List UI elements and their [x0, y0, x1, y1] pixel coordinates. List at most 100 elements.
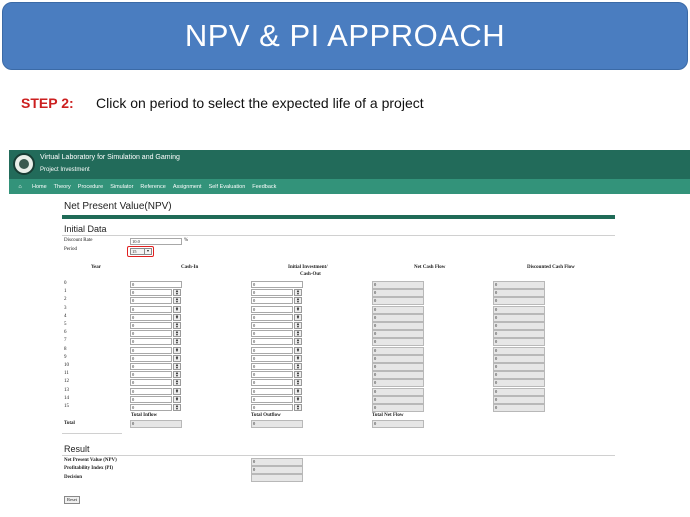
cash-in-spinner-icon[interactable]: ▲ ▼: [173, 313, 181, 321]
cash-in-input[interactable]: 0: [130, 363, 172, 370]
cash-in-spinner-icon[interactable]: ▲ ▼: [173, 289, 181, 297]
discounted-cash-flow-field: 0: [493, 387, 545, 396]
cash-in-spinner-icon[interactable]: ▲ ▼: [173, 379, 181, 387]
cash-out-spinner-icon[interactable]: ▲ ▼: [294, 404, 302, 411]
net-cash-flow-field: 0: [372, 305, 424, 314]
cash-out-input[interactable]: 0: [251, 346, 293, 354]
cash-in-input[interactable]: 0: [130, 404, 172, 411]
cash-out-spinner-icon[interactable]: ▲ ▼: [294, 289, 302, 297]
cash-out-spinner-icon[interactable]: ▲ ▼: [294, 346, 302, 354]
cash-out-spinner-icon[interactable]: ▲ ▼: [294, 305, 302, 313]
cash-out-input[interactable]: 0: [251, 305, 293, 313]
cash-out-input[interactable]: 0: [251, 338, 293, 346]
discounted-cash-flow-field: 0: [493, 395, 545, 404]
nav-reference[interactable]: Reference: [140, 184, 165, 190]
cash-out-input[interactable]: 0: [251, 313, 293, 321]
cash-out-input[interactable]: 0: [251, 404, 293, 411]
decision-field: [251, 474, 303, 482]
net-cash-flow-field: 0: [372, 404, 424, 412]
home-icon[interactable]: ⌂: [15, 184, 25, 190]
cash-in-spinner-icon[interactable]: ▲ ▼: [173, 387, 181, 395]
cash-in-spinner-icon[interactable]: ▲ ▼: [173, 404, 181, 411]
cash-in-spinner-icon[interactable]: ▲ ▼: [173, 338, 181, 346]
cash-out-input[interactable]: 0: [251, 363, 293, 370]
cash-out-spinner-icon[interactable]: ▲ ▼: [294, 338, 302, 346]
discounted-cash-flow-field: 0: [493, 289, 545, 298]
cash-in-spinner-icon[interactable]: ▲ ▼: [173, 297, 181, 305]
cash-in-input[interactable]: 0: [130, 379, 172, 387]
cash-out-spinner-icon[interactable]: ▲ ▼: [294, 354, 302, 362]
cash-out-input[interactable]: 0: [251, 322, 293, 329]
cash-out-input[interactable]: 0: [251, 281, 303, 288]
cash-out-spinner-icon[interactable]: ▲ ▼: [294, 395, 302, 403]
nav-self-evaluation[interactable]: Self Evaluation: [209, 184, 246, 190]
cash-out-spinner-icon[interactable]: ▲ ▼: [294, 379, 302, 387]
cash-out-input[interactable]: 0: [251, 297, 293, 305]
cash-in-input[interactable]: 0: [130, 289, 172, 297]
cash-out-input[interactable]: 0: [251, 371, 293, 379]
cash-in-spinner-icon[interactable]: ▲ ▼: [173, 305, 181, 313]
period-label: Period: [64, 247, 78, 252]
cash-in-input[interactable]: 0: [130, 322, 172, 329]
cash-in-input[interactable]: 0: [130, 281, 182, 288]
nav-procedure[interactable]: Procedure: [78, 184, 103, 190]
cash-out-spinner-icon[interactable]: ▲ ▼: [294, 297, 302, 305]
nav-bar: ⌂ Home Theory Procedure Simulator Refere…: [9, 179, 690, 194]
year-label: 4: [64, 313, 67, 319]
initial-data-heading: Initial Data: [64, 224, 107, 234]
discounted-cash-flow-field: 0: [493, 363, 545, 371]
total-outflow-field: 0: [251, 420, 303, 428]
cash-out-spinner-icon[interactable]: ▲ ▼: [294, 363, 302, 370]
cash-out-spinner-icon[interactable]: ▲ ▼: [294, 387, 302, 395]
net-cash-flow-field: 0: [372, 338, 424, 347]
cash-in-input[interactable]: 0: [130, 395, 172, 403]
cash-in-spinner-icon[interactable]: ▲ ▼: [173, 346, 181, 354]
npv-field: 0: [251, 458, 303, 466]
cash-out-input[interactable]: 0: [251, 354, 293, 362]
cash-out-input[interactable]: 0: [251, 379, 293, 387]
cash-in-spinner-icon[interactable]: ▲ ▼: [173, 395, 181, 403]
nav-theory[interactable]: Theory: [54, 184, 71, 190]
net-cash-flow-field: 0: [372, 363, 424, 371]
cash-out-input[interactable]: 0: [251, 387, 293, 395]
reset-button[interactable]: Reset: [64, 496, 80, 504]
total-inflow-label: Total Inflow: [131, 413, 158, 418]
discount-rate-input[interactable]: 10.0: [130, 238, 182, 245]
cash-in-input[interactable]: 0: [130, 354, 172, 362]
pi-field: 0: [251, 466, 303, 474]
cash-in-spinner-icon[interactable]: ▲ ▼: [173, 330, 181, 338]
col-cash-in-header: Cash-In: [181, 265, 199, 270]
cash-in-input[interactable]: 0: [130, 297, 172, 305]
cash-in-spinner-icon[interactable]: ▲ ▼: [173, 371, 181, 379]
net-cash-flow-field: 0: [372, 289, 424, 298]
cash-in-input[interactable]: 0: [130, 305, 172, 313]
cash-out-spinner-icon[interactable]: ▲ ▼: [294, 322, 302, 329]
discounted-cash-flow-field: 0: [493, 404, 545, 412]
cash-in-spinner-icon[interactable]: ▲ ▼: [173, 322, 181, 329]
decision-label: Decision: [64, 475, 83, 480]
year-label: 8: [64, 346, 67, 352]
cash-out-input[interactable]: 0: [251, 395, 293, 403]
col-net-cash-flow-header: Net Cash Flow: [414, 265, 446, 270]
nav-feedback[interactable]: Feedback: [252, 184, 276, 190]
cash-out-spinner-icon[interactable]: ▲ ▼: [294, 371, 302, 379]
cash-in-input[interactable]: 0: [130, 346, 172, 354]
cash-out-spinner-icon[interactable]: ▲ ▼: [294, 313, 302, 321]
nav-home[interactable]: Home: [32, 184, 47, 190]
cash-in-spinner-icon[interactable]: ▲ ▼: [173, 363, 181, 370]
year-label: 11: [64, 371, 69, 377]
cash-in-spinner-icon[interactable]: ▲ ▼: [173, 354, 181, 362]
year-label: 2: [64, 297, 67, 303]
npv-label: Net Present Value (NPV): [64, 458, 117, 463]
cash-in-input[interactable]: 0: [130, 313, 172, 321]
cash-out-input[interactable]: 0: [251, 330, 293, 338]
nav-simulator[interactable]: Simulator: [110, 184, 133, 190]
cash-in-input[interactable]: 0: [130, 387, 172, 395]
cash-out-input[interactable]: 0: [251, 289, 293, 297]
period-select[interactable]: 15 ▼: [130, 248, 152, 255]
cash-in-input[interactable]: 0: [130, 338, 172, 346]
cash-in-input[interactable]: 0: [130, 330, 172, 338]
nav-assignment[interactable]: Assignment: [173, 184, 202, 190]
cash-out-spinner-icon[interactable]: ▲ ▼: [294, 330, 302, 338]
cash-in-input[interactable]: 0: [130, 371, 172, 379]
